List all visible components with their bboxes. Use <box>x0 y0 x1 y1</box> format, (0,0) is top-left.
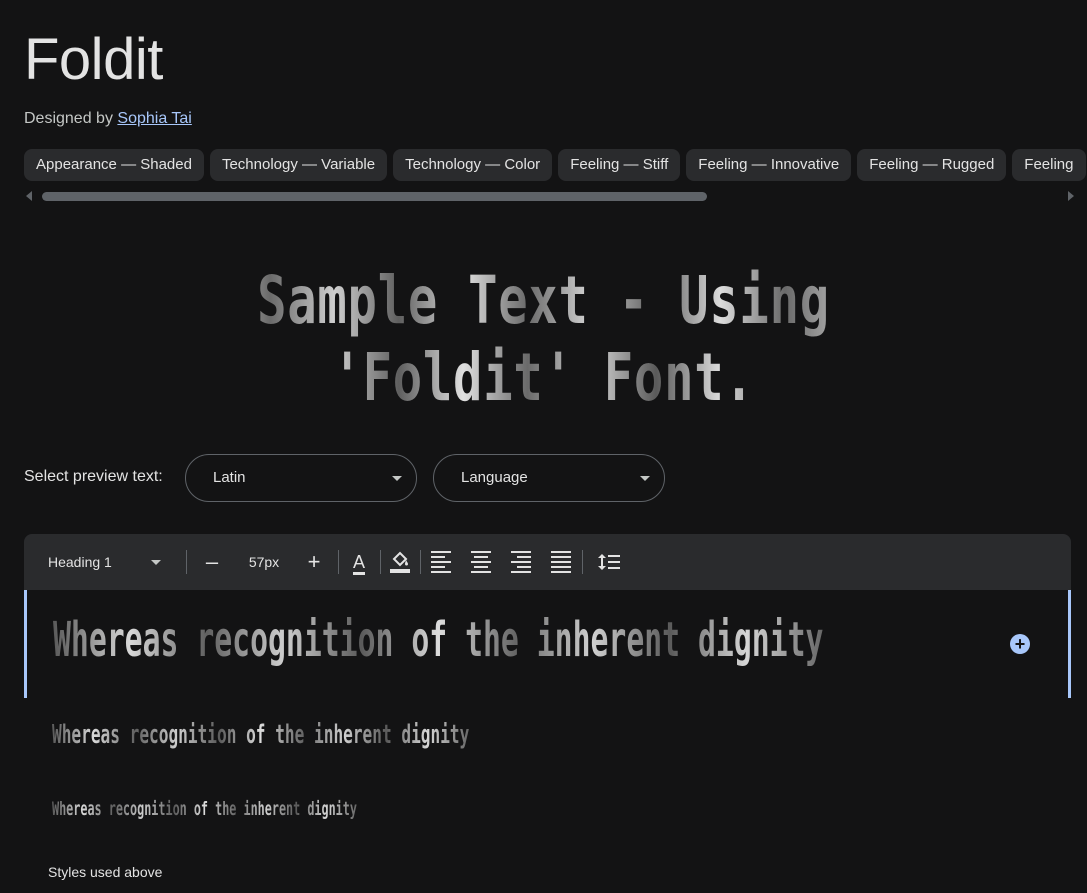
tag-list: Appearance — Shaded Technology — Variable… <box>24 149 1087 182</box>
scroll-thumb[interactable] <box>42 192 707 201</box>
toolbar-divider <box>582 550 583 574</box>
chevron-down-icon <box>392 476 402 481</box>
toolbar-divider <box>420 550 421 574</box>
align-center-button[interactable] <box>469 534 493 590</box>
designed-by-prefix: Designed by <box>24 110 113 127</box>
add-icon[interactable]: + <box>1010 634 1030 654</box>
text-style-select[interactable]: Heading 1 <box>48 534 112 590</box>
styles-used-label: Styles used above <box>48 864 163 880</box>
tag-chip[interactable]: Feeling — Innovative <box>686 149 852 181</box>
chevron-down-icon <box>151 560 161 565</box>
background-color-button[interactable] <box>388 534 412 590</box>
increase-size-button[interactable]: + <box>302 534 326 590</box>
text-color-button[interactable]: A <box>347 534 371 590</box>
tag-chip[interactable]: Technology — Color <box>393 149 553 181</box>
toolbar-divider <box>186 550 187 574</box>
language-dropdown-value: Language <box>461 469 528 486</box>
language-dropdown[interactable]: Language <box>433 454 665 502</box>
designer-line: Designed by Sophia Tai <box>24 110 192 128</box>
text-color-icon: A <box>352 551 365 572</box>
line-height-button[interactable] <box>597 534 621 590</box>
align-justify-button[interactable] <box>549 534 573 590</box>
tag-chip[interactable]: Technology — Variable <box>209 149 388 181</box>
font-size-value[interactable]: 57px <box>242 534 286 590</box>
scroll-left-icon[interactable] <box>26 191 32 201</box>
align-justify-icon <box>551 551 571 573</box>
preview-heading-2[interactable]: Whereas recognition of the inherent dign… <box>52 720 469 750</box>
align-right-button[interactable] <box>509 534 533 590</box>
sample-text: Sample Text - Using 'Foldit' Font. <box>141 262 945 416</box>
preview-select-label: Select preview text: <box>24 468 163 485</box>
tag-chip[interactable]: Feeling — Rugged <box>857 149 1007 181</box>
fill-color-icon <box>390 551 410 573</box>
tag-chip[interactable]: Appearance — Shaded <box>24 149 204 181</box>
line-height-icon <box>598 554 620 570</box>
font-title: Foldit <box>24 27 163 92</box>
editor-heading-block[interactable]: Whereas recognition of the inherent dign… <box>24 590 1071 698</box>
preview-heading-3[interactable]: Whereas recognition of the inherent dign… <box>52 798 357 820</box>
editor-toolbar: Heading 1 – 57px + A <box>24 534 1071 590</box>
scroll-right-icon[interactable] <box>1068 191 1074 201</box>
align-right-icon <box>511 551 531 573</box>
decrease-size-button[interactable]: – <box>200 534 224 590</box>
tag-chip[interactable]: Feeling <box>1012 149 1086 181</box>
text-style-value: Heading 1 <box>48 554 112 570</box>
script-dropdown[interactable]: Latin <box>185 454 417 502</box>
align-left-button[interactable] <box>429 534 453 590</box>
tag-scrollbar[interactable] <box>24 189 1074 203</box>
chevron-down-icon <box>640 476 650 481</box>
toolbar-divider <box>380 550 381 574</box>
tag-chip[interactable]: Feeling — Stiff <box>558 149 681 181</box>
script-dropdown-value: Latin <box>213 469 246 486</box>
toolbar-divider <box>338 550 339 574</box>
preview-heading-1[interactable]: Whereas recognition of the inherent dign… <box>53 612 823 668</box>
align-left-icon <box>431 551 451 573</box>
designer-link[interactable]: Sophia Tai <box>117 110 191 127</box>
align-center-icon <box>471 551 491 573</box>
